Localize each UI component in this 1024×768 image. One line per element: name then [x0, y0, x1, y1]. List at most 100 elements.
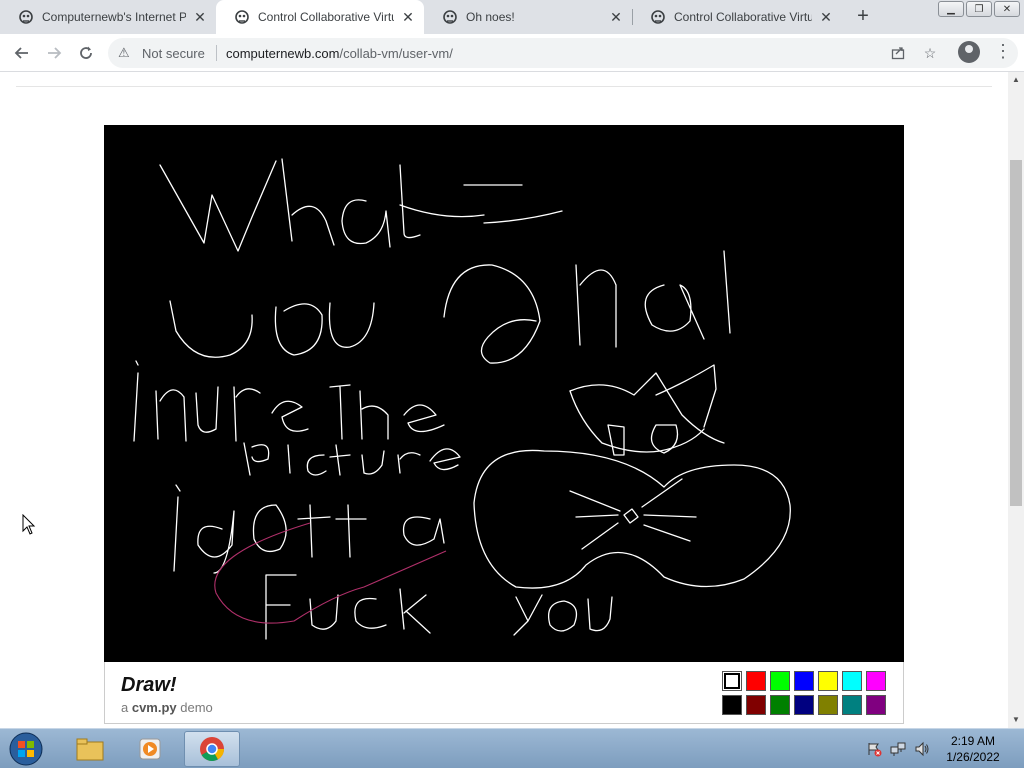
tab-3[interactable]: Control Collaborative Virtu ✕ — [632, 0, 842, 34]
back-arrow-icon[interactable] — [10, 41, 34, 65]
color-swatch[interactable] — [794, 695, 814, 715]
stroke-a3 — [644, 284, 705, 340]
clock-time: 2:19 AM — [950, 734, 996, 748]
stroke-c — [306, 454, 327, 476]
scroll-down-icon[interactable]: ▼ — [1008, 712, 1024, 728]
stroke-o — [274, 303, 323, 356]
taskbar-explorer[interactable] — [62, 731, 118, 767]
tab-close-icon[interactable]: ✕ — [818, 9, 834, 25]
accent-stroke — [214, 522, 447, 624]
stroke-u — [328, 302, 375, 348]
reload-icon[interactable] — [74, 41, 98, 65]
close-window-button[interactable]: ✕ — [994, 1, 1020, 17]
warning-icon[interactable]: ⚠ — [118, 45, 130, 61]
stroke-c2 — [354, 597, 387, 629]
stroke-y — [169, 300, 253, 358]
stroke-t — [399, 164, 485, 239]
stroke-n — [575, 264, 617, 348]
color-swatch[interactable] — [818, 695, 838, 715]
tab-title: Control Collaborative Virtu — [258, 10, 394, 24]
stroke-cat-body — [473, 449, 791, 589]
url-host: computernewb.com — [226, 46, 340, 61]
stroke-u4 — [309, 594, 339, 630]
new-tab-button[interactable]: + — [852, 6, 874, 28]
url-text[interactable]: computernewb.com/collab-vm/user-vm/ — [226, 46, 453, 61]
color-swatch[interactable] — [818, 671, 838, 691]
stroke-o3 — [547, 600, 578, 632]
tab-0[interactable]: Computernewb's Internet P ✕ — [0, 0, 216, 34]
subtitle-prefix: a — [121, 700, 132, 715]
stroke-u2 — [195, 386, 219, 433]
stroke-r — [233, 386, 261, 442]
mouse-cursor-icon — [22, 514, 36, 535]
action-center-flag-icon[interactable] — [866, 741, 882, 757]
app-subtitle: a cvm.py demo — [121, 700, 213, 715]
clock-date: 1/26/2022 — [946, 750, 1000, 764]
system-clock[interactable]: 2:19 AM 1/26/2022 — [940, 733, 1006, 765]
minimize-button[interactable]: ▁ — [938, 1, 964, 17]
profile-icon[interactable] — [958, 41, 980, 63]
color-swatch[interactable] — [770, 695, 790, 715]
color-swatch[interactable] — [746, 695, 766, 715]
stroke-t5 — [335, 504, 367, 558]
start-button-icon[interactable] — [4, 731, 48, 767]
stroke-h — [281, 158, 335, 246]
color-swatch[interactable] — [866, 695, 886, 715]
stroke-k — [399, 588, 431, 634]
media-player-icon — [139, 738, 161, 760]
scroll-up-icon[interactable]: ▲ — [1008, 72, 1024, 88]
share-icon[interactable] — [888, 43, 908, 63]
taskbar-media-player[interactable] — [122, 731, 178, 767]
stroke-i — [133, 360, 139, 442]
canvas-drawing — [133, 158, 791, 640]
tab-2[interactable]: Oh noes! ✕ — [424, 0, 632, 34]
stroke-cat-nose — [623, 508, 639, 524]
drawing-canvas[interactable] — [104, 125, 904, 662]
stroke-cat-eye2 — [650, 424, 679, 454]
color-swatch[interactable] — [794, 671, 814, 691]
forward-arrow-icon[interactable] — [42, 41, 66, 65]
chrome-icon — [200, 737, 224, 762]
stroke-e — [271, 400, 309, 432]
stroke-t4 — [297, 504, 331, 558]
color-swatch[interactable] — [746, 671, 766, 691]
network-icon[interactable] — [890, 741, 906, 757]
tab-close-icon[interactable]: ✕ — [400, 9, 416, 25]
tab-close-icon[interactable]: ✕ — [608, 9, 624, 25]
stroke-whiskers-left — [569, 490, 621, 550]
app-title: Draw! — [121, 674, 177, 696]
stroke-y2 — [513, 594, 543, 636]
scroll-thumb[interactable] — [1010, 160, 1022, 506]
stroke-i2 — [287, 444, 291, 474]
stroke-e3 — [429, 448, 461, 471]
color-swatch[interactable] — [770, 671, 790, 691]
tab-1[interactable]: Control Collaborative Virtu ✕ — [216, 0, 424, 34]
collabvm-favicon-icon — [19, 10, 33, 24]
menu-dots-icon[interactable]: ⋮ — [994, 42, 1012, 62]
stroke-u3 — [361, 450, 385, 475]
collabvm-favicon-icon — [443, 10, 457, 24]
tab-close-icon[interactable]: ✕ — [192, 9, 208, 25]
address-bar[interactable]: ⚠ Not secure computernewb.com/collab-vm/… — [108, 38, 1018, 68]
color-swatch[interactable] — [722, 695, 742, 715]
collabvm-favicon-icon — [235, 10, 249, 24]
page-scrollbar[interactable]: ▲ ▼ — [1008, 72, 1024, 728]
color-swatch[interactable] — [842, 695, 862, 715]
bookmark-star-icon[interactable]: ☆ — [920, 43, 940, 63]
stroke-l — [723, 250, 731, 334]
restore-button[interactable]: ❐ — [966, 1, 992, 17]
subtitle-bold: cvm.py — [131, 700, 177, 715]
draw-panel: Draw! a cvm.py demo — [104, 662, 904, 724]
stroke-o2 — [252, 504, 287, 553]
color-swatch[interactable] — [866, 671, 886, 691]
collabvm-favicon-icon — [651, 10, 665, 24]
page-divider — [16, 86, 992, 87]
color-swatch[interactable] — [722, 671, 742, 691]
stroke-g — [197, 510, 235, 574]
security-label[interactable]: Not secure — [142, 46, 205, 61]
color-swatch[interactable] — [842, 671, 862, 691]
stroke-cat-eye1 — [607, 424, 625, 456]
stroke-whiskers-right — [641, 478, 697, 542]
taskbar-chrome[interactable] — [184, 731, 240, 767]
volume-icon[interactable] — [914, 741, 930, 757]
